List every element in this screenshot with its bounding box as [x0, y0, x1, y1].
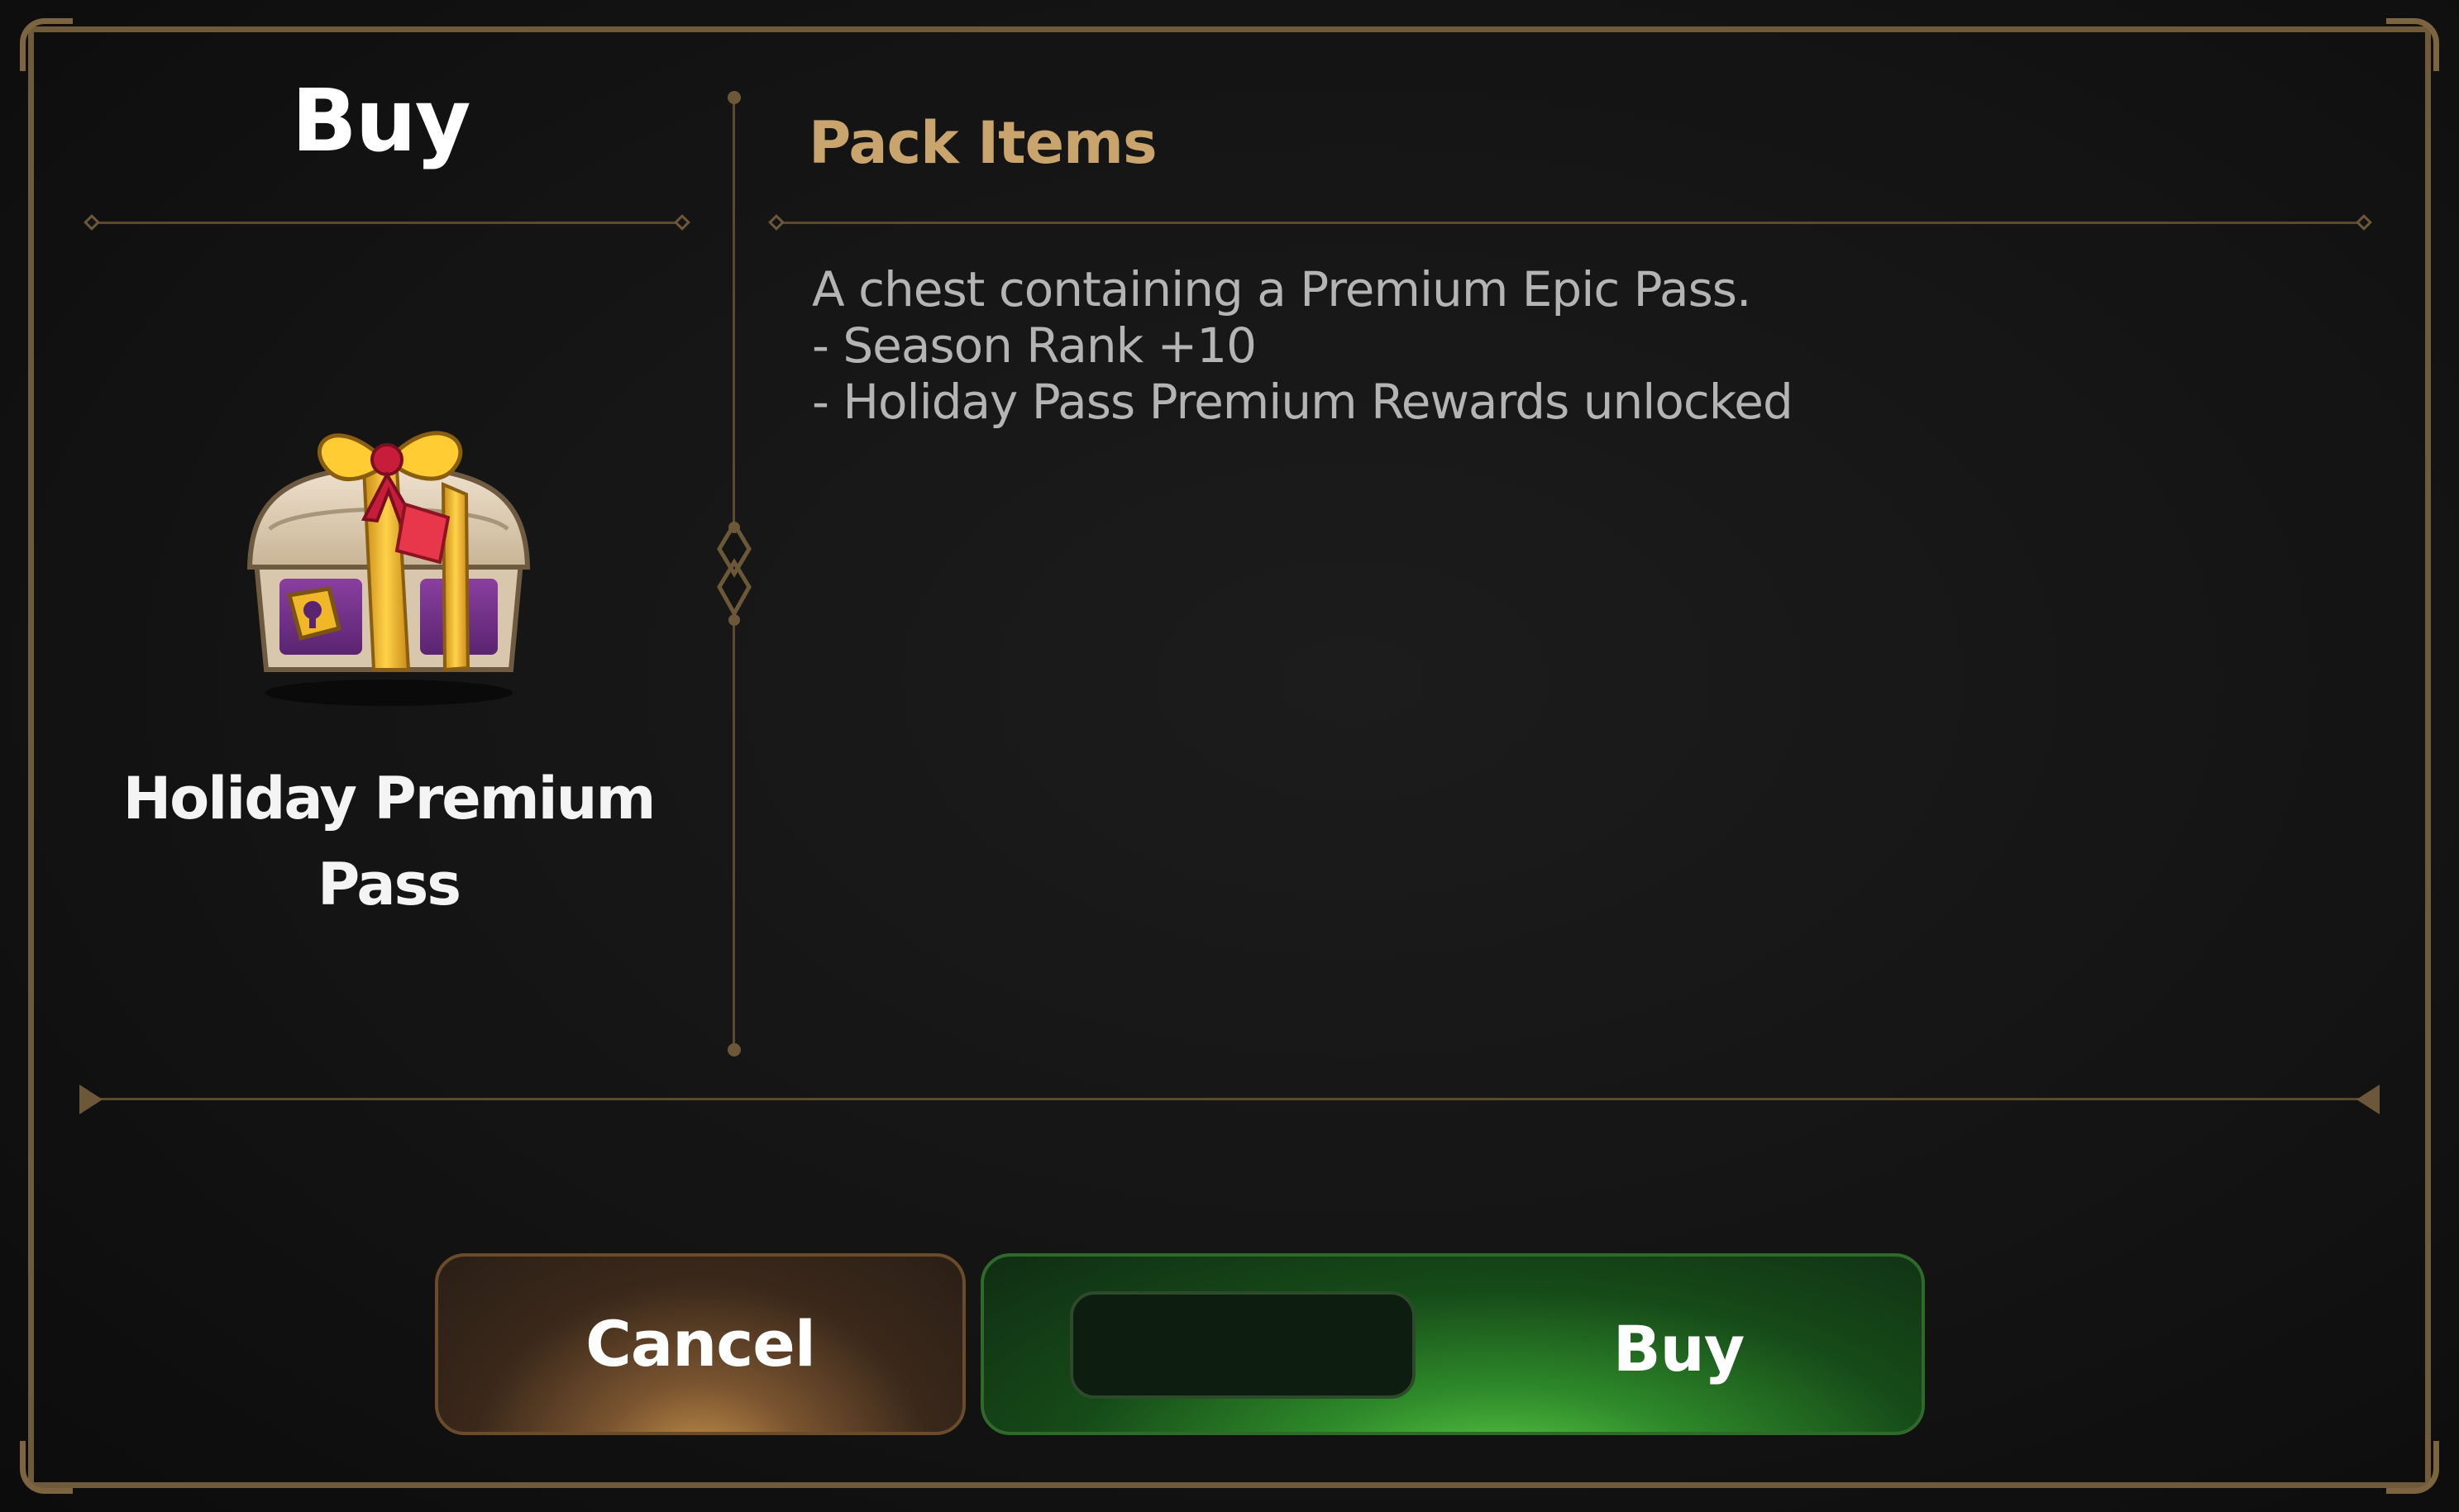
price-slot: [1070, 1291, 1416, 1399]
separator-center-ornament: [717, 521, 752, 626]
title-divider: [93, 222, 688, 224]
item-description: A chest containing a Premium Epic Pass. …: [812, 261, 2342, 430]
buy-button-label: Buy: [1612, 1312, 1745, 1386]
buy-dialog: Buy Holiday Premium Pass Pack Items A ch…: [0, 0, 2459, 1512]
item-name: Holiday Premium Pass: [122, 765, 657, 918]
pack-items-heading: Pack Items: [809, 109, 1158, 177]
description-intro: A chest containing a Premium Epic Pass.: [812, 261, 1751, 317]
footer-divider: [93, 1098, 2366, 1100]
description-bullet: - Holiday Pass Premium Rewards unlocked: [812, 374, 1793, 430]
buy-button[interactable]: Buy: [981, 1253, 1925, 1435]
section-divider: [777, 222, 2366, 224]
divider-arrow-left: [79, 1085, 103, 1114]
dialog-title: Buy: [291, 70, 470, 171]
frame-corner-ornament: [20, 18, 73, 71]
frame-corner-ornament: [2386, 1441, 2439, 1494]
separator-end-ornament: [728, 91, 741, 104]
cancel-button[interactable]: Cancel: [435, 1253, 966, 1435]
gift-chest-icon: [246, 431, 531, 706]
divider-arrow-right: [2356, 1085, 2380, 1114]
description-bullet: - Season Rank +10: [812, 317, 1257, 374]
separator-end-ornament: [728, 1043, 741, 1056]
frame-corner-ornament: [2386, 18, 2439, 71]
frame-corner-ornament: [20, 1441, 73, 1494]
